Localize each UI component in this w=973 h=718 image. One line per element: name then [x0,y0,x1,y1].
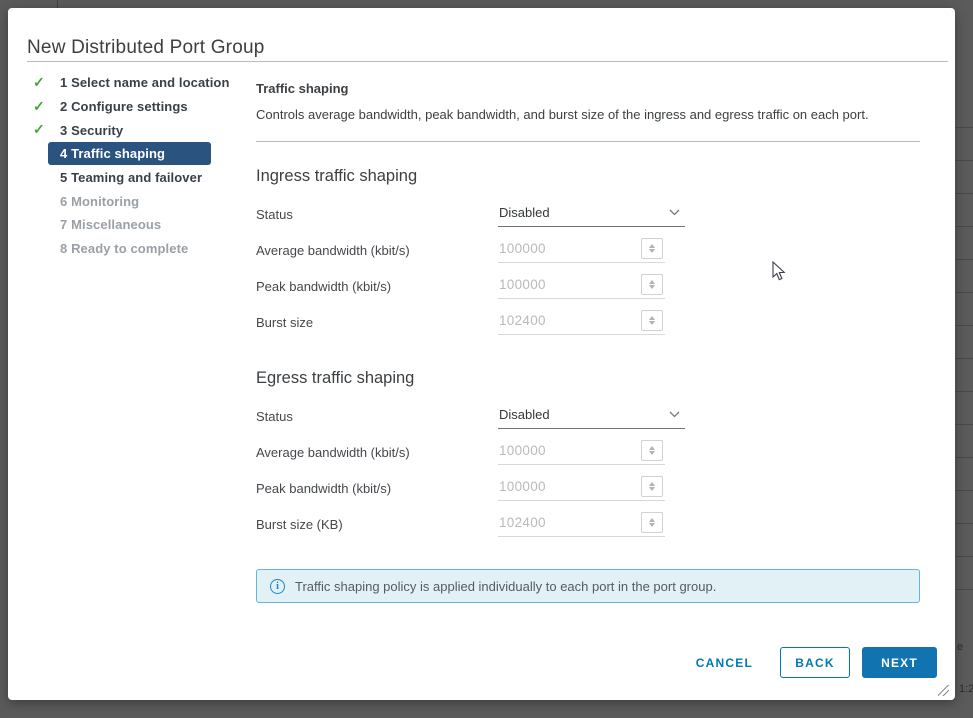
field-value: 100000 [498,277,546,292]
ingress-rows: Status Disabled Average bandwidth (kbit/… [256,196,920,340]
ingress-average-bandwidth-input: 100000 [498,238,665,263]
egress-rows: Status Disabled Average bandwidth (kbit/… [256,398,920,542]
field-label: Peak bandwidth (kbit/s) [256,279,498,294]
number-stepper-icon [641,476,663,497]
selected-value: Disabled [499,205,550,220]
field-label: Status [256,207,498,222]
back-button[interactable]: BACK [780,647,850,678]
cancel-button[interactable]: CANCEL [682,648,767,678]
wizard-steps: ✓ 1 Select name and location ✓ 2 Configu… [24,71,254,261]
form-row: Average bandwidth (kbit/s) 100000 [256,232,920,268]
field-label: Average bandwidth (kbit/s) [256,243,498,258]
number-stepper-icon [641,238,663,259]
number-stepper-icon [641,274,663,295]
ingress-peak-bandwidth-input: 100000 [498,274,665,299]
number-stepper-icon [641,512,663,533]
ingress-status-select[interactable]: Disabled [498,202,685,227]
check-icon: ✓ [33,98,49,114]
egress-burst-size-input: 102400 [498,512,665,537]
step-content: Traffic shaping Controls average bandwid… [256,76,920,603]
background-text-fragment: 1:2 [959,683,973,695]
page-description: Controls average bandwidth, peak bandwid… [256,103,916,126]
field-label: Burst size [256,315,498,330]
step-configure-settings[interactable]: ✓ 2 Configure settings [24,95,254,119]
title-divider [27,61,948,62]
egress-status-select[interactable]: Disabled [498,404,685,429]
new-distributed-port-group-dialog: New Distributed Port Group ✓ 1 Select na… [8,8,955,700]
egress-average-bandwidth-input: 100000 [498,440,665,465]
dialog-footer: CANCEL BACK NEXT [682,647,937,678]
selected-value: Disabled [499,407,550,422]
field-value: 100000 [498,241,546,256]
info-banner: i Traffic shaping policy is applied indi… [256,569,920,603]
form-row: Burst size 102400 [256,304,920,340]
ingress-section-title: Ingress traffic shaping [256,167,920,186]
info-banner-text: Traffic shaping policy is applied indivi… [295,579,716,594]
field-value: 102400 [498,313,546,328]
form-row: Status Disabled [256,398,920,434]
background-text-fragment: e [957,641,963,653]
field-label: Average bandwidth (kbit/s) [256,445,498,460]
field-label: Status [256,409,498,424]
ingress-burst-size-input: 102400 [498,310,665,335]
dialog-title: New Distributed Port Group [27,37,265,59]
step-ready-to-complete: 8 Ready to complete [24,237,254,261]
background-table-rows [955,95,973,615]
step-security[interactable]: ✓ 3 Security [24,118,254,142]
form-row: Peak bandwidth (kbit/s) 100000 [256,470,920,506]
step-traffic-shaping-active[interactable]: 4 Traffic shaping [24,142,254,166]
chevron-down-icon [669,411,680,418]
content-divider [256,141,920,142]
field-value: 100000 [498,443,546,458]
form-row: Average bandwidth (kbit/s) 100000 [256,434,920,470]
step-teaming-and-failover[interactable]: 5 Teaming and failover [24,166,254,190]
step-monitoring: 6 Monitoring [24,189,254,213]
info-icon: i [270,579,285,594]
field-value: 102400 [498,515,546,530]
number-stepper-icon [641,310,663,331]
field-value: 100000 [498,479,546,494]
resize-handle[interactable] [938,685,949,696]
form-row: Status Disabled [256,196,920,232]
check-icon: ✓ [33,74,49,90]
number-stepper-icon [641,440,663,461]
page-title: Traffic shaping [256,81,920,96]
egress-section-title: Egress traffic shaping [256,369,920,388]
egress-peak-bandwidth-input: 100000 [498,476,665,501]
field-label: Peak bandwidth (kbit/s) [256,481,498,496]
step-miscellaneous: 7 Miscellaneous [24,213,254,237]
next-button[interactable]: NEXT [862,647,937,678]
step-select-name-and-location[interactable]: ✓ 1 Select name and location [24,71,254,95]
field-label: Burst size (KB) [256,517,498,532]
check-icon: ✓ [33,121,49,137]
chevron-down-icon [669,209,680,216]
form-row: Peak bandwidth (kbit/s) 100000 [256,268,920,304]
form-row: Burst size (KB) 102400 [256,506,920,542]
